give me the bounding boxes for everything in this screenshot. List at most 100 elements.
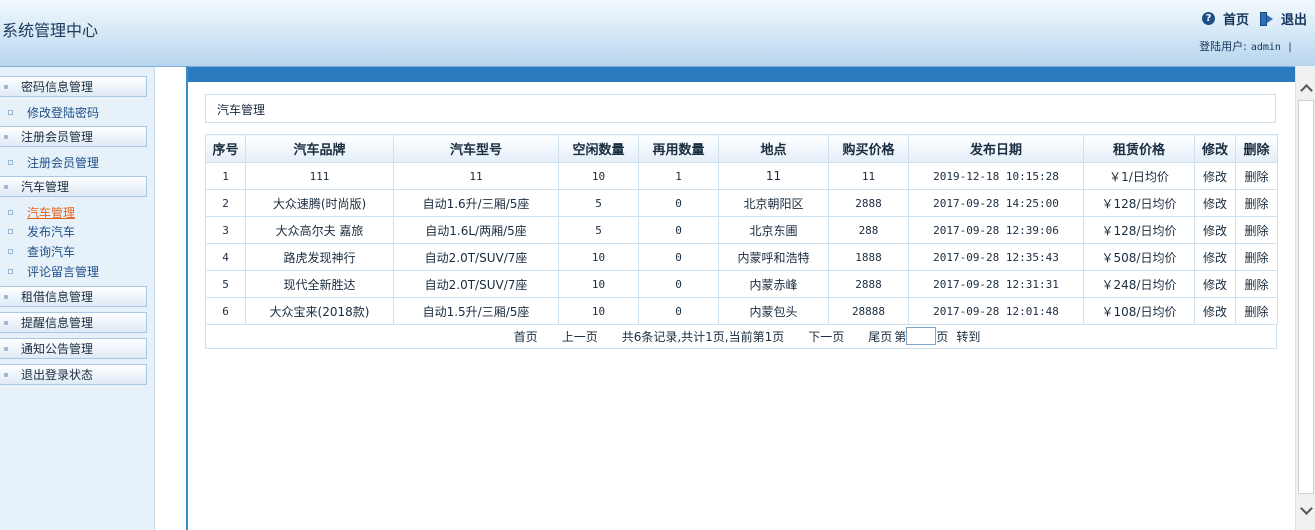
exit-icon [1259,11,1273,26]
sidebar-item-comments[interactable]: 评论留言管理 [0,263,146,279]
delete-link[interactable]: 删除 [1235,270,1278,298]
pager-last[interactable]: 尾页 [868,328,892,345]
bullet-icon [4,84,8,89]
edit-link[interactable]: 修改 [1194,243,1236,271]
cell-model: 自动2.0T/SUV/7座 [393,243,559,271]
delete-link[interactable]: 删除 [1235,243,1278,271]
chevron-down-icon [1299,501,1313,515]
cell-idle-count: 10 [558,162,639,190]
header-col-edit: 修改 [1194,134,1236,163]
cell-purchase-price: 28888 [828,297,909,325]
bullet-icon [4,346,8,351]
cell-location: 内蒙赤峰 [718,270,829,298]
table-row: 5 现代全新胜达 自动2.0T/SUV/7座 10 0 内蒙赤峰 2888 2017-09-2… [205,270,1278,298]
cell-publish-date: 2019-12-18 10:15:28 [908,162,1084,190]
square-bullet-icon [8,228,13,234]
cell-brand: 大众速腾(时尚版) [245,189,394,217]
header-col-in-use-count: 再用数量 [638,134,719,163]
cell-in-use-count: 0 [638,216,719,244]
sidebar-group-notices[interactable]: 通知公告管理 [0,338,147,359]
pager: 首页 上一页 共6条记录,共计1页,当前第1页 下一页 尾页 第 页 转到 [205,324,1277,349]
main-top-bar [188,67,1295,82]
cell-in-use-count: 0 [638,243,719,271]
car-table: 序号 汽车品牌 汽车型号 空闲数量 再用数量 地点 购买价格 发布日期 租赁价格 修改 删除 1 11… [205,134,1278,325]
cell-idle-count: 10 [558,243,639,271]
sidebar-item-members[interactable]: 注册会员管理 [0,154,146,170]
bullet-icon [4,320,8,325]
header-col-brand: 汽车品牌 [245,134,394,163]
chevron-up-icon [1299,83,1313,97]
header-col-rent-price: 租赁价格 [1083,134,1195,163]
section-title: 汽车管理 [217,103,266,117]
square-bullet-icon [8,159,13,165]
table-row: 6 大众宝来(2018款) 自动1.5升/三厢/5座 10 0 内蒙包头 28888 2017… [205,297,1278,325]
pager-info: 共6条记录,共计1页,当前第1页 [621,329,785,344]
cell-model: 自动1.5升/三厢/5座 [393,297,559,325]
cell-purchase-price: 2888 [828,270,909,298]
header-col-delete: 删除 [1235,134,1278,163]
sidebar-item-query-car[interactable]: 查询汽车 [0,243,146,259]
cell-publish-date: 2017-09-28 12:39:06 [908,216,1084,244]
scroll-up-button[interactable] [1298,80,1314,97]
sidebar-item-car-management[interactable]: 汽车管理 [0,204,146,220]
bullet-icon [4,184,8,189]
bullet-icon [4,134,8,139]
cell-publish-date: 2017-09-28 12:01:48 [908,297,1084,325]
pager-prev[interactable]: 上一页 [562,328,598,345]
sidebar-group-rentals[interactable]: 租借信息管理 [0,286,147,307]
pager-page-suffix: 页 [936,329,949,344]
delete-link[interactable]: 删除 [1235,162,1278,190]
logout-link[interactable]: 退出 [1249,9,1307,28]
cell-model: 自动1.6L/两厢/5座 [393,216,559,244]
section-header: 汽车管理 [205,94,1276,123]
edit-link[interactable]: 修改 [1194,297,1236,325]
header-col-publish-date: 发布日期 [908,134,1084,163]
cell-location: 内蒙呼和浩特 [718,243,829,271]
delete-link[interactable]: 删除 [1235,297,1278,325]
home-link-label: 首页 [1222,13,1249,28]
pager-next[interactable]: 下一页 [808,328,844,345]
scroll-down-button[interactable] [1298,501,1314,518]
edit-link[interactable]: 修改 [1194,162,1236,190]
app-header: 系统管理中心 ? 首页 退出 登陆用户: admin | [0,0,1315,67]
edit-link[interactable]: 修改 [1194,189,1236,217]
header-col-model: 汽车型号 [393,134,559,163]
cell-location: 内蒙包头 [718,297,829,325]
edit-link[interactable]: 修改 [1194,216,1236,244]
delete-link[interactable]: 删除 [1235,216,1278,244]
cell-model: 11 [393,162,559,190]
cell-purchase-price: 11 [828,162,909,190]
vertical-scrollbar[interactable] [1295,66,1315,530]
logout-link-label: 退出 [1280,13,1307,28]
cell-rent-price: ￥508/日均价 [1083,243,1195,271]
cell-rent-price: ￥1/日均价 [1083,162,1195,190]
delete-link[interactable]: 删除 [1235,189,1278,217]
scroll-thumb[interactable] [1298,100,1314,494]
pager-first[interactable]: 首页 [514,328,538,345]
edit-link[interactable]: 修改 [1194,270,1236,298]
square-bullet-icon [8,209,13,215]
sidebar-group-reminders[interactable]: 提醒信息管理 [0,312,147,333]
sidebar-group-logout[interactable]: 退出登录状态 [0,364,147,385]
sidebar-group-cars[interactable]: 汽车管理 [0,176,147,197]
cell-brand: 111 [245,162,394,190]
sidebar-item-change-password[interactable]: 修改登陆密码 [0,104,146,120]
cell-model: 自动1.6升/三厢/5座 [393,189,559,217]
header-col-index: 序号 [205,134,246,163]
goto-button[interactable]: 转到 [956,328,980,345]
cell-brand: 大众高尔夫 嘉旅 [245,216,394,244]
sidebar-group-password[interactable]: 密码信息管理 [0,76,147,97]
header-col-purchase-price: 购买价格 [828,134,909,163]
page-number-input[interactable] [906,327,937,345]
sidebar-item-publish-car[interactable]: 发布汽车 [0,223,146,239]
cell-idle-count: 10 [558,297,639,325]
top-links: ? 首页 退出 [1201,9,1307,28]
cell-purchase-price: 288 [828,216,909,244]
cell-index: 3 [205,216,246,244]
cell-rent-price: ￥128/日均价 [1083,189,1195,217]
cell-in-use-count: 1 [638,162,719,190]
sidebar-group-members[interactable]: 注册会员管理 [0,126,147,147]
table-row: 1 111 11 10 1 11 11 2019-12-18 10:15:28 ￥1/日均价 修改… [205,162,1278,190]
home-link[interactable]: ? 首页 [1201,9,1249,28]
sidebar: 密码信息管理 修改登陆密码 注册会员管理 注册会员管理 汽车管理 汽车管理 发布… [0,67,155,530]
